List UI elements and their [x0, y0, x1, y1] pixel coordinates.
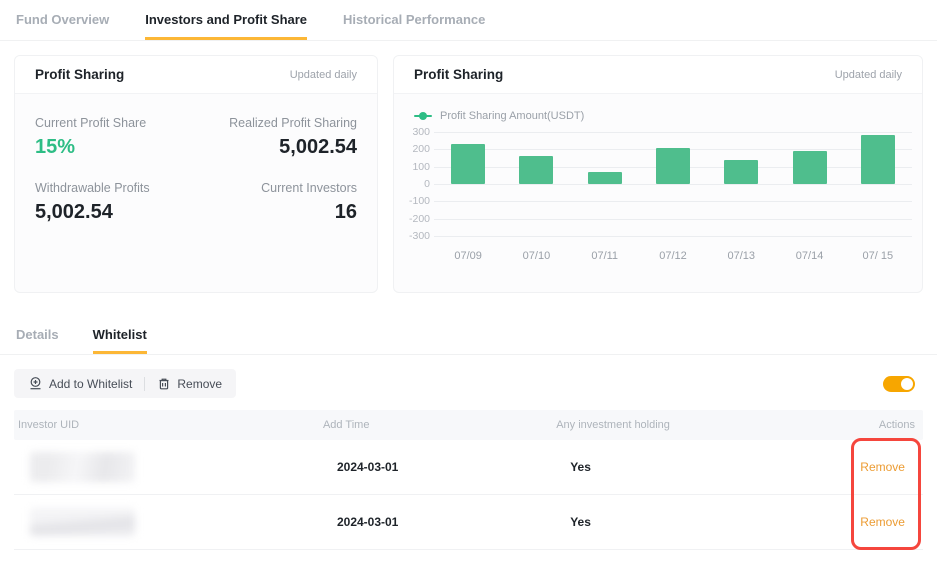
summary-cards-row: Profit Sharing Updated daily Current Pro… [14, 55, 923, 293]
x-tick-label: 07/11 [571, 250, 639, 262]
card-header: Profit Sharing Updated daily [15, 56, 377, 94]
chart-legend: Profit Sharing Amount(USDT) [414, 110, 922, 122]
gridline [434, 184, 912, 185]
stat-label: Current Profit Share [35, 116, 196, 130]
chart-bar [861, 135, 895, 184]
y-tick-label: 100 [412, 161, 430, 173]
toolbar-divider [144, 377, 145, 391]
stat-current-profit-share: Current Profit Share 15% [35, 116, 196, 159]
tab-details[interactable]: Details [16, 327, 59, 354]
remove-link[interactable]: Remove [789, 515, 915, 529]
line-dot-legend-icon [414, 112, 432, 120]
y-tick-label: -200 [409, 213, 430, 225]
card-title: Profit Sharing [414, 67, 503, 82]
trash-icon [157, 377, 171, 391]
tab-fund-overview[interactable]: Fund Overview [16, 12, 109, 40]
gridline [434, 201, 912, 202]
chart-bar [724, 160, 758, 184]
holding-cell: Yes [556, 460, 789, 474]
stat-current-investors: Current Investors 16 [196, 181, 357, 224]
add-to-whitelist-button[interactable]: Add to Whitelist [28, 376, 132, 391]
gridline [434, 236, 912, 237]
chart-bar [656, 148, 690, 184]
table-header-row: Investor UID Add Time Any investment hol… [14, 410, 923, 440]
add-time-cell: 2024-03-01 [323, 460, 556, 474]
chart-y-axis: 3002001000-100-200-300 [402, 132, 434, 236]
holding-cell: Yes [556, 515, 789, 529]
y-tick-label: -100 [409, 195, 430, 207]
card-header: Profit Sharing Updated daily [394, 56, 922, 94]
updated-daily-label: Updated daily [290, 69, 357, 81]
profit-sharing-summary-card: Profit Sharing Updated daily Current Pro… [14, 55, 378, 293]
card-title: Profit Sharing [35, 67, 124, 82]
header-actions: Actions [789, 419, 915, 431]
chart-bar [451, 144, 485, 184]
y-tick-label: 200 [412, 143, 430, 155]
gridline [434, 132, 912, 133]
stat-realized-profit-sharing: Realized Profit Sharing 5,002.54 [196, 116, 357, 159]
x-tick-label: 07/12 [639, 250, 707, 262]
stat-value: 5,002.54 [35, 201, 196, 224]
tab-whitelist[interactable]: Whitelist [93, 327, 147, 354]
x-tick-label: 07/10 [502, 250, 570, 262]
gridline [434, 219, 912, 220]
profit-sharing-bar-chart: 3002001000-100-200-300 [402, 132, 912, 236]
top-tab-bar: Fund Overview Investors and Profit Share… [0, 0, 937, 41]
y-tick-label: 300 [412, 126, 430, 138]
remove-button[interactable]: Remove [157, 377, 222, 391]
stat-value: 5,002.54 [196, 136, 357, 159]
toggle-knob [901, 378, 913, 390]
header-investment-holding: Any investment holding [556, 419, 789, 431]
table-row: 2024-03-01 Yes Remove [14, 440, 923, 495]
x-tick-label: 07/13 [707, 250, 775, 262]
stat-label: Withdrawable Profits [35, 181, 196, 195]
whitelist-table: Investor UID Add Time Any investment hol… [14, 410, 923, 550]
tab-investors-profit-share[interactable]: Investors and Profit Share [145, 12, 307, 40]
chart-plot-area [434, 132, 912, 236]
y-tick-label: 0 [424, 178, 430, 190]
masked-investor-uid [30, 508, 135, 536]
chart-bar [793, 151, 827, 184]
whitelist-tab-bar: Details Whitelist [0, 327, 937, 355]
masked-investor-uid [30, 452, 135, 482]
profit-sharing-chart-card: Profit Sharing Updated daily Profit Shar… [393, 55, 923, 293]
profit-stats: Current Profit Share 15% Realized Profit… [15, 94, 377, 246]
y-tick-label: -300 [409, 230, 430, 242]
toolbar-button-group: Add to Whitelist Remove [14, 369, 236, 398]
stat-label: Realized Profit Sharing [196, 116, 357, 130]
remove-link[interactable]: Remove [789, 460, 915, 474]
whitelist-toggle[interactable] [883, 376, 915, 392]
x-tick-label: 07/14 [775, 250, 843, 262]
chart-bar [519, 156, 553, 184]
table-row: 2024-03-01 Yes Remove [14, 495, 923, 550]
legend-label: Profit Sharing Amount(USDT) [440, 110, 584, 122]
updated-daily-label: Updated daily [835, 69, 902, 81]
stat-value: 16 [196, 201, 357, 224]
remove-button-label: Remove [177, 377, 222, 391]
chart-bar [588, 172, 622, 184]
stat-value: 15% [35, 136, 196, 159]
header-add-time: Add Time [323, 419, 556, 431]
add-to-whitelist-label: Add to Whitelist [49, 377, 132, 391]
stat-withdrawable-profits: Withdrawable Profits 5,002.54 [35, 181, 196, 224]
add-time-cell: 2024-03-01 [323, 515, 556, 529]
chart-x-axis: 07/0907/1007/1107/1207/1307/1407/ 15 [434, 250, 912, 262]
header-investor-uid: Investor UID [18, 419, 323, 431]
whitelist-toolbar: Add to Whitelist Remove [14, 369, 923, 398]
x-tick-label: 07/ 15 [844, 250, 912, 262]
tab-historical-performance[interactable]: Historical Performance [343, 12, 485, 40]
x-tick-label: 07/09 [434, 250, 502, 262]
stat-label: Current Investors [196, 181, 357, 195]
add-to-whitelist-icon [28, 376, 43, 391]
